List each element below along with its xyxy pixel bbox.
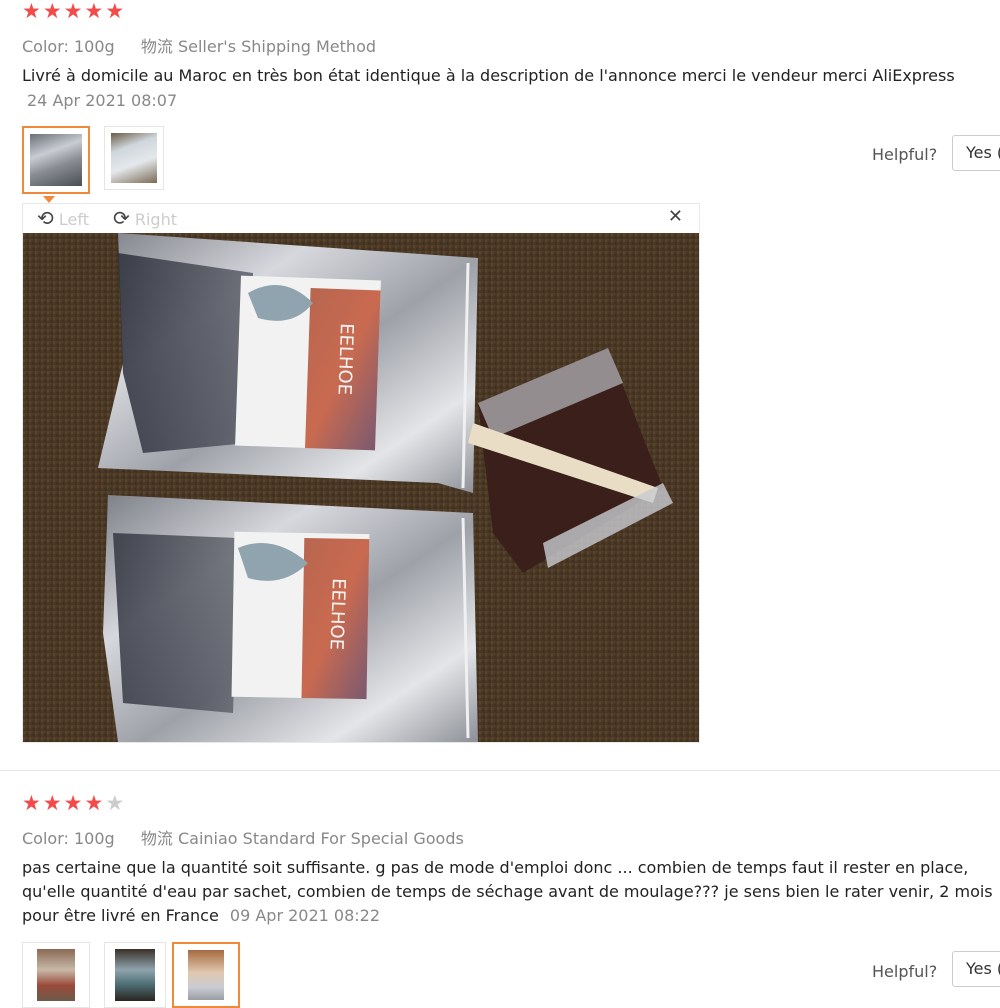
star-icon: ★ [84,791,106,815]
photo-illustration: EELHOE EELHOE [23,233,699,742]
star-icon: ★ [105,0,127,23]
star-icon: ★ [22,0,43,23]
star-icon: ★ [42,0,64,23]
review-text: Livré à domicile au Maroc en très bon ét… [22,66,955,85]
rotate-left-button[interactable]: ⟲ Left [37,206,89,230]
color-value: 100g [73,829,115,848]
review-date: 09 Apr 2021 08:22 [229,906,381,925]
color-label: Color: [22,37,69,56]
review-photo-large: EELHOE EELHOE [23,233,699,742]
review-text-line: pas certaine que la quantité soit suffis… [22,858,969,877]
rotate-right-button[interactable]: ⟳ Right [113,206,177,230]
review-text-line: pour être livré en France [22,906,219,925]
star-icon: ★ [63,791,85,815]
color-value: 100g [73,37,115,56]
review-photo-thumb[interactable] [172,942,240,1008]
star-icon: ★ [42,791,64,815]
star-icon: ★ [63,0,85,23]
rating-stars: ★★★★★ [22,0,126,22]
review-date: 24 Apr 2021 08:07 [27,91,178,110]
review-divider [0,770,1000,771]
helpful-yes-button[interactable]: Yes ( [952,951,1000,987]
brand-text: EELHOE [325,578,348,651]
review-photo-thumb[interactable] [104,126,164,190]
shipping-label: 物流 [140,829,173,848]
rotate-right-label: Right [134,210,177,229]
close-icon[interactable]: ✕ [668,206,683,227]
brand-text: EELHOE [333,323,356,396]
helpful-yes-button[interactable]: Yes ( [952,135,1000,171]
star-icon: ★ [22,791,43,815]
selected-thumb-pointer [43,196,55,203]
color-label: Color: [22,829,69,848]
helpful-label: Helpful? [872,145,938,164]
review-text-line: qu'elle quantité d'eau par sachet, combi… [22,882,993,901]
review-photo-thumb[interactable] [22,942,90,1008]
review-photo-thumb[interactable] [104,942,166,1008]
shipping-value: Cainiao Standard For Special Goods [177,829,464,848]
rotate-left-label: Left [58,210,89,229]
rotate-left-icon: ⟲ [37,206,54,230]
viewer-toolbar: ⟲ Left ⟳ Right ✕ [23,204,699,232]
review-text-line-last: pour être livré en France 09 Apr 2021 08… [22,904,380,928]
review-attributes: Color: 100g 物流 Cainiao Standard For Spec… [22,825,464,849]
photo-viewer: ⟲ Left ⟳ Right ✕ EELHOE EELHOE [22,203,700,743]
review-photo-thumb[interactable] [22,126,90,194]
star-icon: ★ [84,0,106,23]
shipping-value: Seller's Shipping Method [177,37,377,56]
star-empty-icon: ★ [105,791,127,815]
rating-stars: ★★★★★ [22,792,126,814]
shipping-label: 物流 [140,37,173,56]
rotate-right-icon: ⟳ [113,206,130,230]
helpful-label: Helpful? [872,962,938,981]
review-attributes: Color: 100g 物流 Seller's Shipping Method [22,33,376,57]
